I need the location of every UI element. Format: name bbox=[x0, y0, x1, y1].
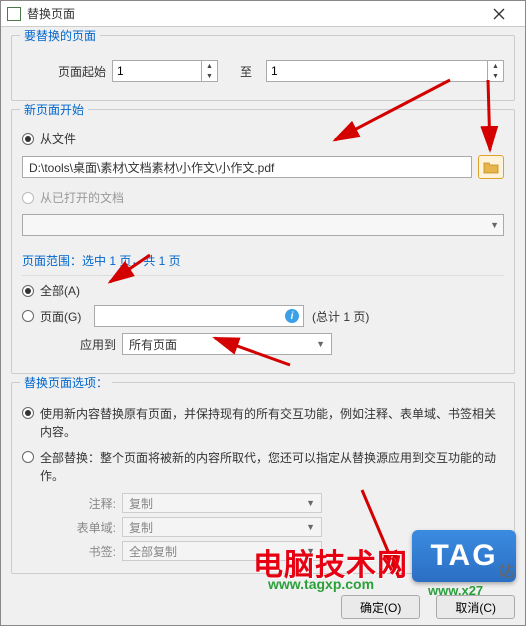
group-new-pages: 新页面开始 从文件 D:\tools\桌面\素材\文档素材\小作文\小作文.pd… bbox=[11, 109, 515, 374]
annot-combo: 复制▼ bbox=[122, 493, 322, 513]
browse-button[interactable] bbox=[478, 155, 504, 179]
window-title: 替换页面 bbox=[27, 5, 479, 22]
ok-button[interactable]: 确定(O) bbox=[341, 595, 420, 619]
chevron-down-icon: ▼ bbox=[316, 339, 325, 349]
chevron-down-icon: ▼ bbox=[306, 498, 315, 508]
from-open-label: 从已打开的文档 bbox=[40, 189, 124, 206]
cancel-button[interactable]: 取消(C) bbox=[436, 595, 515, 619]
spin-up-icon[interactable]: ▲ bbox=[488, 61, 503, 71]
info-icon: i bbox=[285, 309, 299, 323]
pages-input[interactable]: i bbox=[94, 305, 304, 327]
from-page-input[interactable] bbox=[113, 61, 201, 81]
close-button[interactable] bbox=[479, 2, 519, 26]
to-label: 至 bbox=[240, 63, 252, 80]
chevron-down-icon: ▼ bbox=[490, 220, 499, 230]
group-pages-to-replace: 要替换的页面 页面起始 ▲▼ 至 ▲▼ bbox=[11, 35, 515, 101]
spin-down-icon[interactable]: ▼ bbox=[488, 71, 503, 81]
close-icon bbox=[493, 8, 505, 20]
range-title: 页面范围：选中 1 页，共 1 页 bbox=[22, 252, 504, 269]
radio-all-pages[interactable] bbox=[22, 285, 34, 297]
pages-label: 页面(G) bbox=[40, 308, 94, 325]
app-icon bbox=[7, 7, 21, 21]
radio-pages[interactable] bbox=[22, 310, 34, 322]
radio-from-file[interactable] bbox=[22, 133, 34, 145]
open-doc-combo: ▼ bbox=[22, 214, 504, 236]
opt1-text: 使用新内容替换原有页面，并保持现有的所有交互功能，例如注释、表单域、书签相关内容… bbox=[40, 405, 504, 441]
folder-open-icon bbox=[483, 160, 499, 174]
radio-keep-interactive[interactable] bbox=[22, 407, 34, 419]
group2-title: 新页面开始 bbox=[20, 101, 88, 118]
radio-replace-all[interactable] bbox=[22, 451, 34, 463]
group1-title: 要替换的页面 bbox=[20, 27, 100, 44]
to-page-input[interactable] bbox=[267, 61, 487, 81]
annot-label: 注释: bbox=[22, 495, 122, 512]
spin-down-icon[interactable]: ▼ bbox=[202, 71, 217, 81]
titlebar: 替换页面 bbox=[1, 1, 525, 27]
group3-title: 替换页面选项： bbox=[20, 374, 112, 391]
pages-total: (总计 1 页) bbox=[312, 308, 369, 325]
file-path-input[interactable]: D:\tools\桌面\素材\文档素材\小作文\小作文.pdf bbox=[22, 156, 472, 178]
form-combo: 复制▼ bbox=[122, 517, 322, 537]
watermark-url: www.tagxp.com bbox=[268, 576, 374, 592]
watermark-tag-url: www.x27 bbox=[428, 583, 483, 598]
chevron-down-icon: ▼ bbox=[306, 522, 315, 532]
apply-to-combo[interactable]: 所有页面 ▼ bbox=[122, 333, 332, 355]
apply-to-label: 应用到 bbox=[22, 336, 122, 353]
bookmark-label: 书签: bbox=[22, 543, 122, 560]
form-label: 表单域: bbox=[22, 519, 122, 536]
all-pages-label: 全部(A) bbox=[40, 282, 80, 299]
from-file-label: 从文件 bbox=[40, 130, 76, 147]
to-page-spinner[interactable]: ▲▼ bbox=[266, 60, 504, 82]
from-page-spinner[interactable]: ▲▼ bbox=[112, 60, 218, 82]
spin-up-icon[interactable]: ▲ bbox=[202, 61, 217, 71]
opt2-text: 全部替换：整个页面将被新的内容所取代，您还可以指定从替换源应用到交互功能的动作。 bbox=[40, 449, 504, 485]
watermark-zhan: 站 bbox=[498, 558, 514, 582]
radio-from-open[interactable] bbox=[22, 192, 34, 204]
from-page-label: 页面起始 bbox=[22, 63, 112, 80]
